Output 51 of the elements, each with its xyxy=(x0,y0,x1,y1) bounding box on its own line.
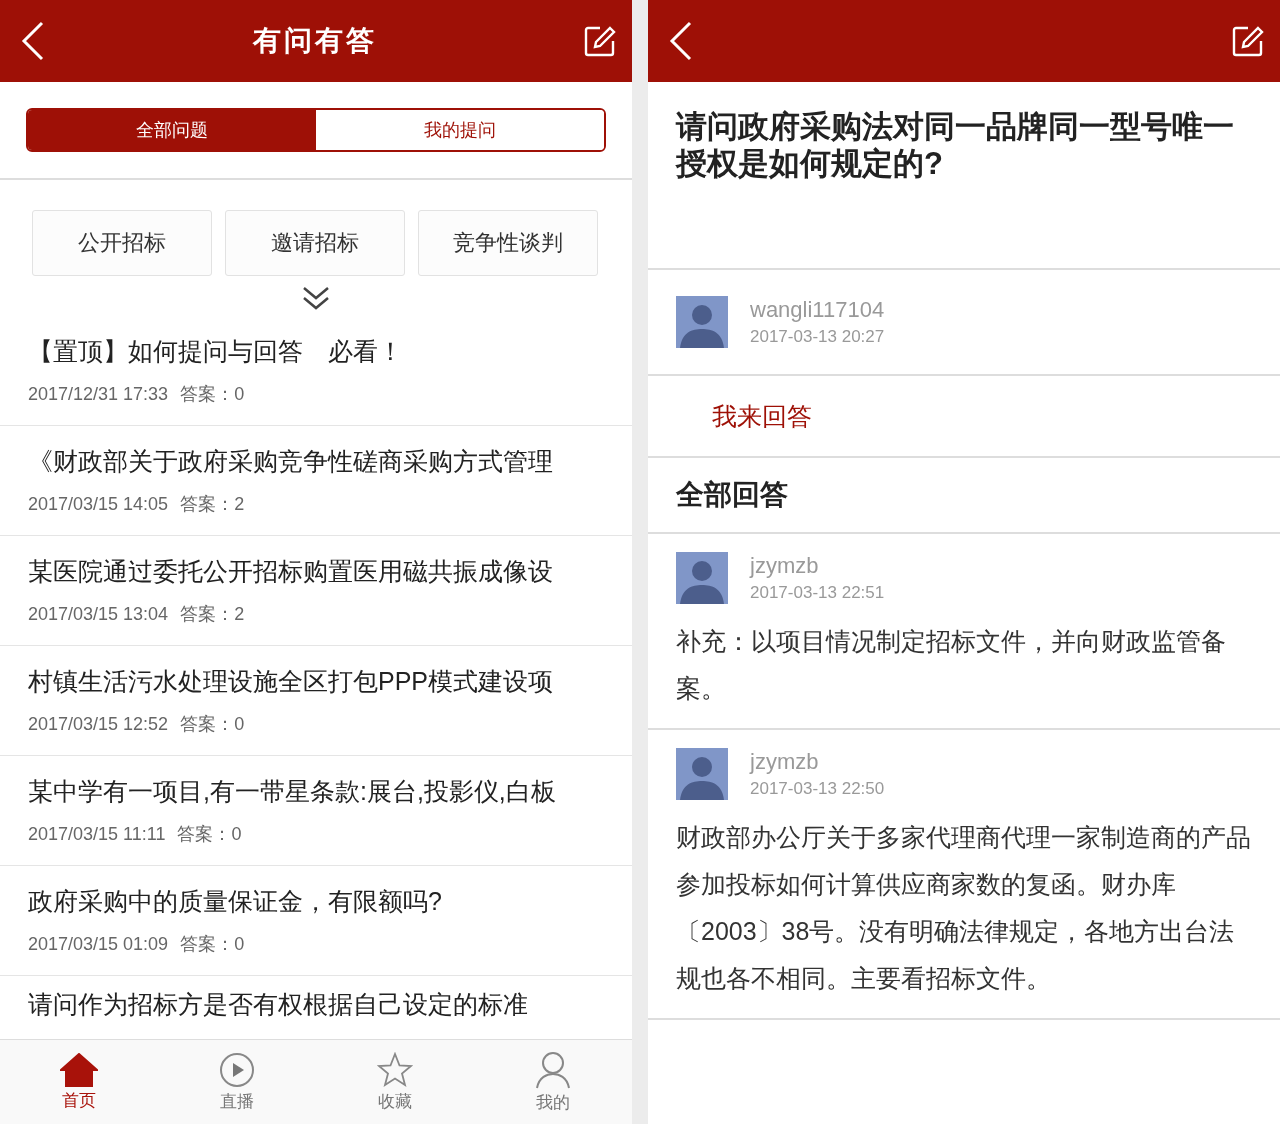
question-title[interactable]: 某中学有一项目,有一带星条款:展台,投影仪,白板 xyxy=(28,775,604,808)
question-title[interactable]: 《财政部关于政府采购竞争性磋商采购方式管理 xyxy=(28,445,604,478)
answer-text: 补充：以项目情况制定招标文件，并向财政监管备案。 xyxy=(676,626,1227,704)
question-date: 2017/03/15 12:52 xyxy=(28,714,169,734)
question-date: 2017/03/15 14:05 xyxy=(28,494,169,514)
nav-item[interactable]: 首页 xyxy=(29,1052,129,1112)
screen-title: 有问有答 xyxy=(253,24,377,58)
edit-icon[interactable] xyxy=(1232,25,1264,57)
username: jzymzb xyxy=(750,749,820,775)
edit-icon[interactable] xyxy=(584,25,616,57)
star-icon xyxy=(377,1051,413,1088)
back-icon[interactable] xyxy=(668,21,694,61)
question-title: 请问政府采购法对同一品牌同一型号唯一授权是如何规定的? xyxy=(676,108,1235,183)
nav-item[interactable]: 收藏 xyxy=(345,1051,445,1113)
avatar-icon xyxy=(676,748,728,800)
nav-item[interactable]: 直播 xyxy=(187,1051,287,1113)
question-title[interactable]: 村镇生活污水处理设施全区打包PPP模式建设项 xyxy=(28,665,604,698)
avatar-icon xyxy=(676,296,728,348)
answer-text: 财政部办公厅关于多家代理商代理一家制造商的产品参加投标如何计算供应商家数的复函。财办库〔2003〕38号。没有明确法律规定，各地方出台法规也各不相同。主要看招标文件。 xyxy=(676,822,1252,994)
question-date: 2017/03/15 13:04 xyxy=(28,604,169,624)
section-heading: 全部回答 xyxy=(676,478,788,512)
expand-icon[interactable] xyxy=(302,286,330,312)
avatar-icon xyxy=(676,552,728,604)
answer-count: 答案：0 xyxy=(180,934,245,954)
answer-count: 答案：0 xyxy=(180,714,245,734)
answer-count: 答案：2 xyxy=(180,604,245,624)
category-button[interactable]: 竞争性谈判 xyxy=(418,210,598,276)
home-icon xyxy=(60,1052,98,1087)
post-time: 2017-03-13 20:27 xyxy=(750,327,885,347)
question-title[interactable]: 【置顶】如何提问与回答 必看！ xyxy=(28,335,604,368)
username: wangli117104 xyxy=(750,297,885,323)
answer-count: 答案：2 xyxy=(180,494,245,514)
question-date: 2017/03/15 11:11 xyxy=(28,824,166,844)
nav-item[interactable]: 我的 xyxy=(503,1050,603,1114)
play-icon xyxy=(219,1051,255,1088)
answer-count: 答案：0 xyxy=(180,384,245,404)
question-title[interactable]: 某医院通过委托公开招标购置医用磁共振成像设 xyxy=(28,555,604,588)
question-date: 2017/12/31 17:33 xyxy=(28,384,169,404)
answer-count: 答案：0 xyxy=(177,824,242,844)
tab[interactable]: 全部问题 xyxy=(28,110,316,150)
back-icon[interactable] xyxy=(20,21,46,61)
post-time: 2017-03-13 22:51 xyxy=(750,583,885,603)
category-button[interactable]: 邀请招标 xyxy=(225,210,405,276)
person-icon xyxy=(535,1050,571,1089)
question-date: 2017/03/15 01:09 xyxy=(28,934,169,954)
question-title[interactable]: 政府采购中的质量保证金，有限额吗? xyxy=(28,885,604,918)
question-title[interactable]: 请问作为招标方是否有权根据自己设定的标准 xyxy=(28,988,604,1021)
answer-button[interactable]: 我来回答 xyxy=(712,399,812,433)
post-time: 2017-03-13 22:50 xyxy=(750,779,885,799)
username: jzymzb xyxy=(750,553,820,579)
category-button[interactable]: 公开招标 xyxy=(32,210,212,276)
